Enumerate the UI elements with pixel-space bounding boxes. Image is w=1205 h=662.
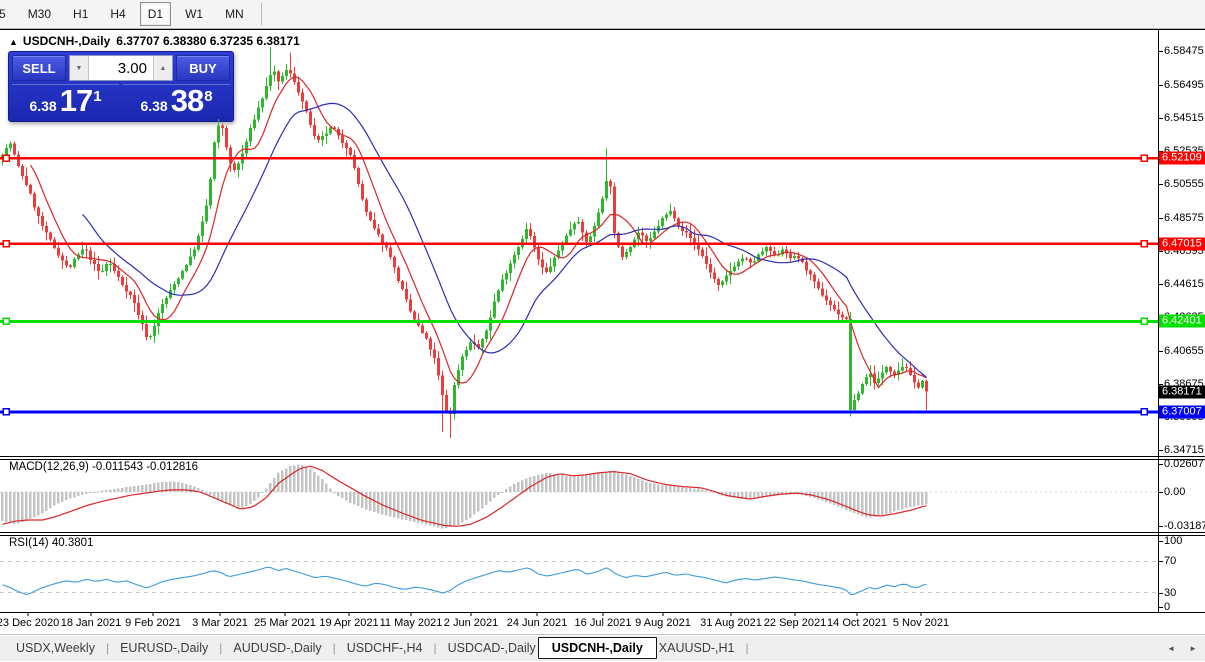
timeframe-button-w1[interactable]: W1 (177, 2, 211, 26)
rsi-pane (0, 535, 1158, 612)
chart-tab-usdcad-daily[interactable]: USDCAD-,Daily (446, 638, 538, 658)
date-label: 14 Oct 2021 (827, 617, 887, 629)
date-tick (857, 612, 858, 616)
price-tick (1158, 118, 1163, 119)
date-tick (921, 612, 922, 616)
timeframe-button-mn[interactable]: MN (217, 2, 252, 26)
date-label: 9 Feb 2021 (125, 617, 181, 629)
tab-separator: | (333, 641, 336, 655)
macd-tick (1158, 464, 1163, 465)
date-tick (471, 612, 472, 616)
chart-tab-usdx-weekly[interactable]: USDX,Weekly (14, 638, 97, 658)
date-tick (285, 612, 286, 616)
macd-tick-label: 0.00 (1164, 486, 1185, 498)
price-tick-label: 6.58475 (1164, 45, 1204, 57)
date-tick (731, 612, 732, 616)
timeframe-button-m30[interactable]: M30 (20, 2, 59, 26)
price-tick (1158, 184, 1163, 185)
timeframe-button-h1[interactable]: H1 (65, 2, 96, 26)
rsi-tick-label: 0 (1164, 601, 1170, 613)
price-tick-label: 6.48575 (1164, 212, 1204, 224)
chart-tab-audusd-daily[interactable]: AUDUSD-,Daily (231, 638, 323, 658)
date-label: 5 Nov 2021 (893, 617, 949, 629)
pane-divider (0, 456, 1205, 457)
date-label: 22 Sep 2021 (764, 617, 826, 629)
rsi-tick (1158, 541, 1163, 542)
price-tick (1158, 85, 1163, 86)
date-tick (795, 612, 796, 616)
pane-divider (0, 532, 1205, 533)
timeframe-button-d1[interactable]: D1 (140, 2, 171, 26)
tab-separator: | (106, 641, 109, 655)
price-tick-label: 6.34715 (1164, 444, 1204, 456)
chart-tab-usdchf-h4[interactable]: USDCHF-,H4 (345, 638, 425, 658)
toolbar-separator (261, 3, 262, 25)
price-tick-label: 6.54515 (1164, 112, 1204, 124)
date-tick (411, 612, 412, 616)
rsi-tick-label: 100 (1164, 535, 1182, 547)
macd-pane (0, 459, 1158, 532)
date-tick (28, 612, 29, 616)
price-tick (1158, 351, 1163, 352)
rsi-tick (1158, 607, 1163, 608)
price-tick-label: 6.50555 (1164, 178, 1204, 190)
date-tick (349, 612, 350, 616)
level-price-badge: 6.47015 (1159, 237, 1205, 250)
date-label: 16 Jul 2021 (575, 617, 632, 629)
chart-tab-bar: USDX,Weekly | EURUSD-,Daily | AUDUSD-,Daily |… (0, 634, 1205, 661)
level-price-badge: 6.37007 (1159, 405, 1205, 418)
date-tick (603, 612, 604, 616)
current-price-badge: 6.38171 (1159, 386, 1205, 399)
date-label: 2 Jun 2021 (444, 617, 498, 629)
price-tick-label: 6.44615 (1164, 278, 1204, 290)
tab-separator: | (746, 641, 749, 655)
date-tick (153, 612, 154, 616)
price-tick-label: 6.40655 (1164, 345, 1204, 357)
level-price-badge: 6.52109 (1159, 152, 1205, 165)
price-tick-label: 6.56495 (1164, 79, 1204, 91)
date-tick (91, 612, 92, 616)
price-tick (1158, 51, 1163, 52)
timeframe-button-5[interactable]: 5 (0, 2, 14, 26)
date-label: 3 Mar 2021 (192, 617, 248, 629)
date-label: 31 Aug 2021 (700, 617, 762, 629)
date-tick (537, 612, 538, 616)
macd-tick (1158, 492, 1163, 493)
chart-window: ▲USDCNH-,Daily6.37707 6.38380 6.37235 6.… (0, 29, 1205, 635)
date-label: 23 Dec 2020 (0, 617, 59, 629)
date-label: 24 Jun 2021 (507, 617, 568, 629)
tab-separator: | (219, 641, 222, 655)
price-tick (1158, 384, 1163, 385)
timeframe-button-h4[interactable]: H4 (102, 2, 133, 26)
price-tick (1158, 251, 1163, 252)
level-price-badge: 6.42401 (1159, 315, 1205, 328)
tab-scroll-right-icon[interactable]: ► (1189, 644, 1197, 653)
date-label: 11 May 2021 (380, 617, 443, 629)
chart-tab-eurusd-daily[interactable]: EURUSD-,Daily (118, 638, 210, 658)
macd-tick-label: 0.02607 (1164, 458, 1204, 470)
date-tick (220, 612, 221, 616)
chart-tab-xauusd-h1[interactable]: XAUUSD-,H1 (657, 638, 737, 658)
tab-scroll-left-icon[interactable]: ◄ (1167, 644, 1175, 653)
rsi-tick-label: 30 (1164, 587, 1176, 599)
date-label: 25 Mar 2021 (254, 617, 316, 629)
rsi-tick (1158, 593, 1163, 594)
rsi-tick (1158, 561, 1163, 562)
macd-tick (1158, 526, 1163, 527)
rsi-tick-label: 70 (1164, 555, 1176, 567)
macd-tick-label: -0.03187 (1164, 520, 1205, 532)
date-tick (663, 612, 664, 616)
date-label: 18 Jan 2021 (61, 617, 122, 629)
price-tick (1158, 284, 1163, 285)
date-label: 9 Aug 2021 (635, 617, 691, 629)
chart-tab-usdcnh-daily[interactable]: USDCNH-,Daily (538, 637, 657, 659)
price-tick (1158, 218, 1163, 219)
tab-scroll-controls: ◄ ► (1167, 635, 1197, 662)
tab-separator: | (433, 641, 436, 655)
date-label: 19 Apr 2021 (319, 617, 378, 629)
candlestick-pane (0, 30, 1158, 456)
price-tick (1158, 450, 1163, 451)
timeframe-toolbar: 5M30H1H4 D1W1MN (0, 0, 1205, 29)
